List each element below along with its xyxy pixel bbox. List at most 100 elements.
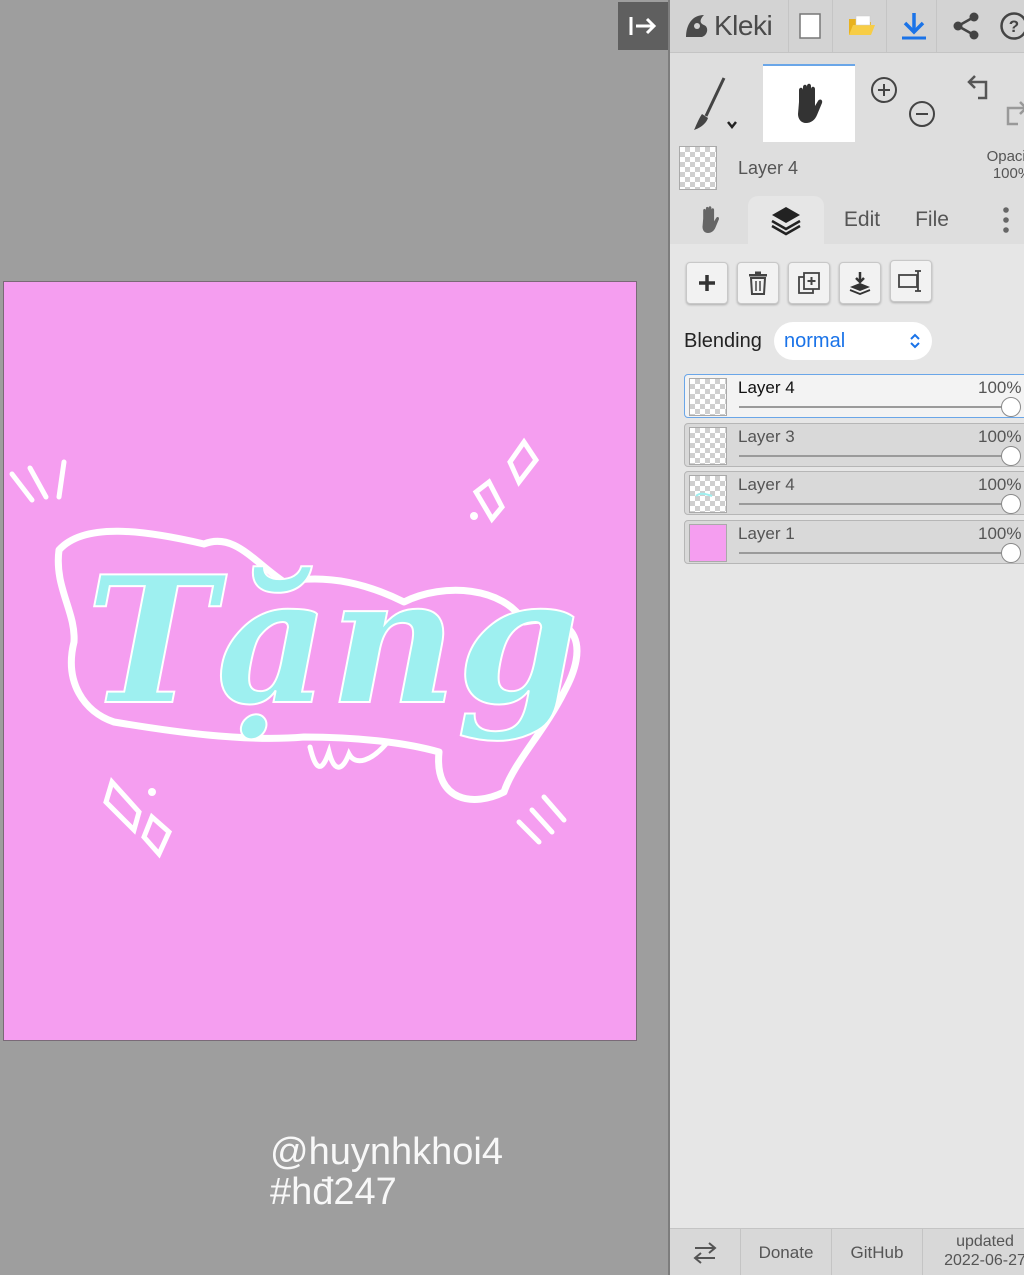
sparkle-icon (507, 437, 540, 487)
chevron-up-down-icon (910, 333, 920, 349)
sparkle-line (27, 465, 49, 500)
hand-icon (702, 206, 719, 233)
help-icon: ? (1000, 12, 1024, 40)
delete-layer-button[interactable] (737, 262, 779, 304)
add-layer-button[interactable] (686, 262, 728, 304)
updated-date: 2022-06-27 (944, 1252, 1024, 1269)
opacity-slider-handle[interactable] (1001, 494, 1021, 514)
opacity-slider-track[interactable] (739, 503, 1011, 505)
kleki-logo-icon (686, 15, 708, 37)
zoom-out-icon[interactable] (909, 101, 935, 127)
blending-value: normal (784, 329, 846, 352)
layer-opacity: 100% (978, 524, 1022, 543)
current-layer-name: Layer 4 (738, 158, 799, 178)
layer-name: Layer 3 (738, 427, 795, 446)
undo-redo-icons (967, 75, 1024, 126)
hand-icon (798, 83, 823, 123)
sparkle-line (56, 459, 67, 500)
new-file-icon (799, 13, 821, 39)
sparkle-icon (472, 478, 505, 524)
handle-line-1: @huynhkhoi4 (270, 1131, 503, 1173)
donate-link[interactable]: Donate (741, 1229, 832, 1275)
canvas-workspace[interactable]: Tặng @huynhkhoi4 #hđ247 (0, 0, 668, 1275)
layer-row[interactable]: Layer 3 100% (684, 423, 1024, 467)
layer-opacity: 100% (978, 475, 1022, 494)
swap-arrows-icon (693, 1241, 717, 1264)
layer-thumbnail (689, 524, 727, 562)
opacity-slider-handle[interactable] (1001, 446, 1021, 466)
open-button[interactable] (844, 8, 880, 44)
zoom-in-icon[interactable] (871, 77, 897, 103)
layer-row[interactable]: Layer 4 100% (684, 374, 1024, 418)
current-layer-opacity: Opacity 100% (972, 148, 1024, 182)
brush-tool[interactable] (670, 64, 762, 140)
sparkle-dot (148, 788, 156, 796)
layers-icon (771, 207, 801, 236)
updated-label: updated (956, 1233, 1014, 1250)
rename-layer-button[interactable] (890, 260, 932, 302)
more-menu-button[interactable] (986, 196, 1024, 244)
hand-tool[interactable] (763, 64, 855, 142)
divider (886, 0, 887, 52)
duplicate-icon (798, 272, 820, 294)
opacity-slider-track[interactable] (739, 455, 1011, 457)
undo-icon[interactable] (967, 75, 988, 100)
redo-icon[interactable] (1006, 101, 1024, 126)
download-button[interactable] (896, 8, 932, 44)
plus-icon (699, 275, 715, 291)
download-icon (902, 13, 926, 40)
swap-sides-button[interactable] (670, 1229, 741, 1275)
more-vertical-icon (1003, 207, 1009, 233)
rename-icon (898, 270, 921, 292)
tab-hand[interactable] (680, 196, 740, 244)
lettering-text: Tặng (86, 539, 579, 744)
help-button[interactable]: ? (996, 8, 1024, 44)
brush-icon (694, 77, 737, 130)
collapse-sidebar-button[interactable] (618, 2, 668, 50)
updated-info: updated 2022-06-27 (930, 1232, 1024, 1270)
layer-thumbnail (689, 427, 727, 465)
svg-text:?: ? (1009, 17, 1019, 36)
layer-thumbnail (689, 475, 727, 513)
layer-name: Layer 1 (738, 524, 795, 543)
opacity-slider-track[interactable] (739, 552, 1011, 554)
layer-name: Layer 4 (738, 378, 795, 397)
duplicate-layer-button[interactable] (788, 262, 830, 304)
drawing-canvas[interactable]: Tặng @huynhkhoi4 #hđ247 (3, 281, 637, 1212)
current-layer-thumbnail (679, 146, 717, 190)
sparkle-icon (141, 812, 173, 859)
open-folder-icon (849, 15, 875, 35)
layers-panel: Blending normal Layer 4 100% Layer 3 100… (670, 244, 1024, 1228)
opacity-label: Opacity (986, 148, 1024, 165)
sparkle-line (9, 471, 35, 503)
tab-edit[interactable]: Edit (832, 196, 892, 244)
layer-opacity: 100% (978, 427, 1022, 446)
github-link[interactable]: GitHub (832, 1229, 923, 1275)
new-file-button[interactable] (792, 8, 828, 44)
merge-down-button[interactable] (839, 262, 881, 304)
kleki-logo[interactable]: Kleki (682, 6, 773, 46)
tab-layers[interactable] (748, 196, 824, 244)
opacity-value: 100% (992, 165, 1024, 182)
opacity-slider-handle[interactable] (1001, 397, 1021, 417)
sparkle-line (516, 819, 542, 845)
divider (936, 0, 937, 52)
opacity-slider-track[interactable] (739, 406, 1011, 408)
blending-select[interactable]: normal (774, 322, 932, 360)
panel-tabs: Edit File (670, 196, 1024, 244)
layer-row[interactable]: Layer 1 100% (684, 520, 1024, 564)
opacity-slider-handle[interactable] (1001, 543, 1021, 563)
canvas-artwork: Tặng (9, 437, 581, 859)
undo-redo-buttons (956, 64, 1024, 140)
squiggle-decoration (307, 741, 389, 770)
tab-file[interactable]: File (902, 196, 962, 244)
share-button[interactable] (948, 8, 984, 44)
trash-icon (749, 271, 767, 295)
footer: Donate GitHub updated 2022-06-27 (670, 1228, 1024, 1275)
divider (832, 0, 833, 52)
sparkle-line (529, 807, 555, 835)
sparkle-icon (103, 777, 142, 835)
layer-row[interactable]: Layer 4 100% (684, 471, 1024, 515)
divider (788, 0, 789, 52)
app-name: Kleki (714, 10, 773, 41)
